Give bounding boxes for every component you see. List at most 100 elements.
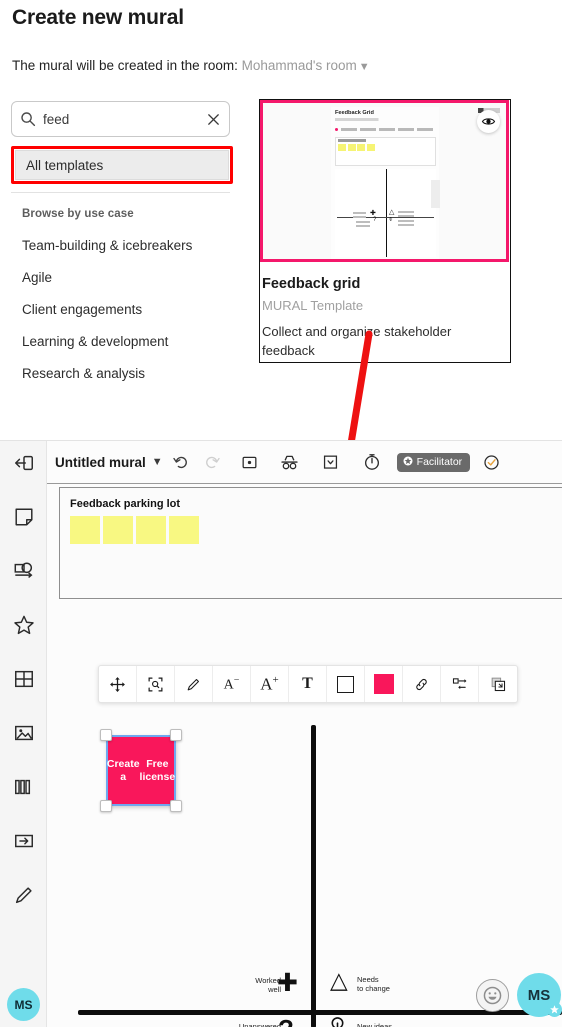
close-icon[interactable] xyxy=(206,112,221,127)
thumbnail-title: Feedback Grid xyxy=(335,110,374,116)
search-icon xyxy=(20,111,36,127)
library-icon[interactable] xyxy=(10,773,37,800)
thumbnail-grid-horizontal xyxy=(337,217,434,219)
template-picker-icon[interactable] xyxy=(316,449,346,475)
editor-left-rail: MS xyxy=(0,441,47,1027)
template-description: Collect and organize stakeholder feedbac… xyxy=(262,324,452,358)
room-label: The mural will be created in the room: xyxy=(12,58,238,73)
eye-icon[interactable] xyxy=(477,110,500,133)
thumbnail-bulb-icon: ⌽ xyxy=(389,217,393,223)
quadrant-label-unanswered-questions: Unansweredquestions xyxy=(238,1022,281,1027)
chevron-down-icon[interactable]: ▼ xyxy=(152,456,163,468)
room-name[interactable]: Mohammad's room xyxy=(242,58,357,73)
sidebar-item-team-building[interactable]: Team-building & icebreakers xyxy=(22,238,192,253)
thumbnail-plus-icon: ✚ xyxy=(370,210,376,217)
undo-icon[interactable] xyxy=(167,449,197,475)
decrease-font-size-icon[interactable]: A− xyxy=(213,666,251,702)
user-avatar[interactable]: MS xyxy=(517,973,562,1017)
export-icon[interactable] xyxy=(10,827,37,854)
thumbnail-bullet-text xyxy=(341,128,436,131)
thumbnail-triangle-icon: △ xyxy=(389,209,395,216)
facilitator-star-icon xyxy=(403,456,413,469)
quadrant-label-worked-well: Worked well xyxy=(255,976,281,994)
feedback-parking-lot-frame[interactable]: Feedback parking lot xyxy=(59,487,562,599)
triangle-icon: △ xyxy=(330,967,348,993)
icons-star-icon[interactable] xyxy=(10,611,37,638)
fill-color-icon[interactable] xyxy=(365,666,403,702)
element-context-toolbar[interactable]: A− A+ T xyxy=(98,665,518,703)
page-title: Create new mural xyxy=(12,6,184,29)
pencil-edit-icon[interactable] xyxy=(175,666,213,702)
sidebar-item-research-analysis[interactable]: Research & analysis xyxy=(22,366,145,381)
sidebar-item-learning-development[interactable]: Learning & development xyxy=(22,334,168,349)
mural-canvas[interactable]: Feedback parking lot A− A+ T Create a Fr… xyxy=(47,483,562,1027)
mural-title[interactable]: Untitled mural xyxy=(55,455,146,470)
browse-by-use-case-heading: Browse by use case xyxy=(22,208,134,220)
parking-lot-stickies xyxy=(70,516,199,544)
connector-icon[interactable] xyxy=(441,666,479,702)
sticky-note[interactable] xyxy=(103,516,133,544)
thumbnail-bullet-dot xyxy=(335,128,338,131)
avatar[interactable]: MS xyxy=(7,988,40,1021)
lightbulb-icon xyxy=(328,1015,347,1027)
editor-topbar: Untitled mural ▼ Facilitator xyxy=(47,441,562,483)
sticky-note-text-line2: Free license xyxy=(139,757,176,783)
checkmark-circle-icon[interactable] xyxy=(476,449,506,475)
redo-icon xyxy=(197,449,227,475)
zoom-to-fit-icon[interactable] xyxy=(137,666,175,702)
timer-icon[interactable] xyxy=(357,449,387,475)
link-icon[interactable] xyxy=(403,666,441,702)
resize-handle-bottom-left[interactable] xyxy=(100,800,112,812)
selected-element[interactable]: Create a Free license xyxy=(100,729,182,812)
plus-icon: ✚ xyxy=(277,969,298,997)
resize-handle-top-right[interactable] xyxy=(170,729,182,741)
smiley-face-icon[interactable] xyxy=(476,979,509,1012)
resize-handle-top-left[interactable] xyxy=(100,729,112,741)
thumbnail-subtitle xyxy=(335,118,397,121)
mural-editor: MS Untitled mural ▼ Facilitator Feedback… xyxy=(0,440,562,1027)
move-icon[interactable] xyxy=(99,666,137,702)
image-icon[interactable] xyxy=(10,719,37,746)
template-card-feedback-grid[interactable]: Feedback Grid ✚ △ ? ⌽ Feedback grid MURA… xyxy=(259,99,511,363)
thumbnail-side-card xyxy=(431,180,440,208)
duplicate-icon[interactable] xyxy=(479,666,517,702)
facilitator-badge[interactable]: Facilitator xyxy=(396,452,471,472)
resize-handle-bottom-right[interactable] xyxy=(170,800,182,812)
room-selector-line: The mural will be created in the room: M… xyxy=(12,58,370,73)
template-thumbnail[interactable]: Feedback Grid ✚ △ ? ⌽ xyxy=(260,100,509,262)
thumbnail-parking-lot xyxy=(335,137,436,166)
sidebar-item-agile[interactable]: Agile xyxy=(22,270,52,285)
chevron-down-icon[interactable]: ▼ xyxy=(359,61,370,73)
sticky-note[interactable] xyxy=(70,516,100,544)
facilitator-star-icon xyxy=(547,1002,562,1017)
annotation-highlight-box xyxy=(11,146,233,184)
sticky-note-create-free-license[interactable]: Create a Free license xyxy=(106,735,176,806)
thumbnail-stickies xyxy=(338,144,375,151)
incognito-icon[interactable] xyxy=(275,449,305,475)
collapse-panel-icon[interactable] xyxy=(10,449,37,476)
increase-font-size-icon[interactable]: A+ xyxy=(251,666,289,702)
search-input[interactable]: feed xyxy=(11,101,230,137)
divider xyxy=(11,192,230,193)
pen-icon[interactable] xyxy=(10,881,37,908)
border-shape-icon[interactable] xyxy=(327,666,365,702)
frameworks-grid-icon[interactable] xyxy=(10,665,37,692)
sticky-note-text-line1: Create a xyxy=(106,757,140,783)
text-format-icon[interactable]: T xyxy=(289,666,327,702)
facilitator-label: Facilitator xyxy=(416,456,463,468)
color-swatch[interactable] xyxy=(373,674,394,694)
thumbnail-question-icon: ? xyxy=(373,217,377,223)
outline-icon[interactable] xyxy=(235,449,265,475)
sticky-note[interactable] xyxy=(169,516,199,544)
shapes-icon[interactable] xyxy=(10,557,37,584)
template-name: Feedback grid xyxy=(262,276,361,292)
sticky-note-icon[interactable] xyxy=(10,503,37,530)
sticky-note[interactable] xyxy=(136,516,166,544)
create-new-mural-dialog: Create new mural The mural will be creat… xyxy=(0,0,562,440)
sidebar-item-client-engagements[interactable]: Client engagements xyxy=(22,302,142,317)
template-author: MURAL Template xyxy=(262,298,364,313)
avatar-initials: MS xyxy=(527,986,551,1004)
search-input-value[interactable]: feed xyxy=(43,112,206,127)
thumbnail-parking-label xyxy=(338,139,366,142)
thumbnail-grid: ✚ △ ? ⌽ xyxy=(335,169,436,257)
